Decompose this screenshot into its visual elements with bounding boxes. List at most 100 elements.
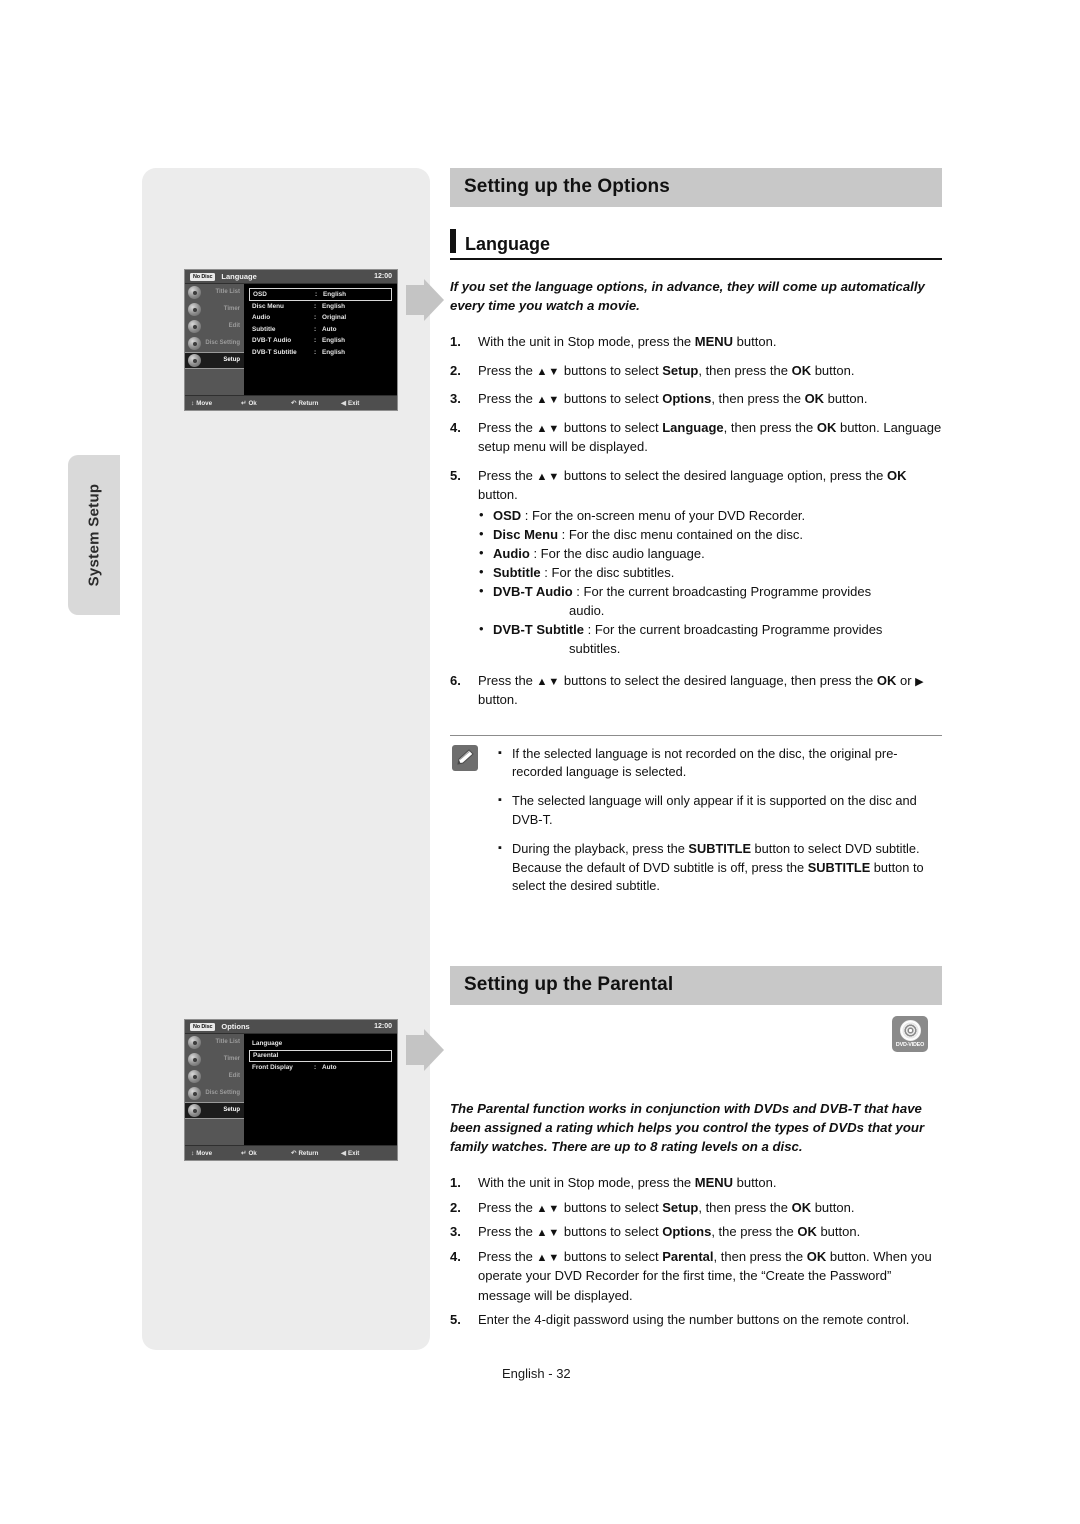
footer-hint-move: ↕ Move [191, 400, 241, 407]
screen-sidebar: Title List Timer Edit Disc Setting Setup [185, 1034, 244, 1145]
step-number: 5. [450, 467, 461, 483]
page-title-options: Setting up the Options [450, 168, 942, 207]
note-item: The selected language will only appear i… [498, 792, 942, 830]
menu-row-label: DVB-T Audio [252, 337, 292, 345]
bullet-item: Disc Menu : For the disc menu contained … [478, 525, 942, 545]
sidebar-item-title-list[interactable]: Title List [185, 284, 244, 301]
sidebar-item-label: Title List [215, 1039, 240, 1046]
parental-section: Setting up the Parental DVD-VIDEO The Pa… [450, 966, 942, 1339]
bullet-term: Disc Menu [493, 526, 559, 542]
sidebar-item-timer[interactable]: Timer [185, 301, 244, 318]
ok-icon: ↵ [241, 400, 247, 407]
sidebar-item-edit[interactable]: Edit [185, 1068, 244, 1085]
menu-row[interactable]: Language [249, 1038, 392, 1050]
options-steps-list: 1. With the unit in Stop mode, press the… [450, 332, 942, 709]
dvd-video-badge-label: DVD-VIDEO [895, 1042, 925, 1048]
menu-row-value: Auto [322, 1064, 337, 1072]
disc-setting-icon [188, 1087, 201, 1100]
move-icon: ↕ [191, 399, 195, 407]
parental-lead-text: The Parental function works in conjuncti… [450, 1101, 925, 1155]
timer-icon [188, 303, 201, 316]
step-item: 2. Press the ▲▼ buttons to select Setup,… [450, 1198, 942, 1218]
screen-sidebar: Title List Timer Edit Disc Setting Setup [185, 284, 244, 395]
menu-row[interactable]: OSD : English [249, 288, 392, 301]
disc-setting-icon [188, 337, 201, 350]
menu-row[interactable]: Front Display : Auto [249, 1062, 392, 1074]
step-number: 4. [450, 419, 461, 435]
bullet-desc: : For the disc menu contained on the dis… [561, 526, 803, 542]
bullet-term: Audio [493, 545, 530, 561]
heading-accent-bar [450, 229, 456, 253]
dvd-video-badge-icon: DVD-VIDEO [892, 1016, 928, 1052]
menu-row-colon: : [314, 1064, 317, 1072]
exit-icon: ◀ [341, 400, 346, 407]
footer-hint-label: Exit [348, 1149, 360, 1157]
screen-title: Options [221, 1022, 250, 1031]
screen-titlebar: No Disc Language 12:00 [185, 270, 397, 284]
gear-icon [188, 1104, 201, 1117]
menu-row-value: Original [322, 314, 347, 322]
sidebar-item-timer[interactable]: Timer [185, 1051, 244, 1068]
footer-hint-label: Return [298, 1149, 319, 1157]
bullet-item: OSD : For the on-screen menu of your DVD… [478, 506, 942, 526]
subsection-title: Language [465, 234, 551, 254]
sidebar-item-title-list[interactable]: Title List [185, 1034, 244, 1051]
sidebar-item-label: Title List [215, 289, 240, 296]
step-number: 1. [450, 1175, 461, 1191]
sidebar-item-setup[interactable]: Setup [185, 1102, 244, 1119]
menu-row[interactable]: DVB-T Subtitle : English [249, 347, 392, 359]
menu-row-label: Front Display [252, 1064, 293, 1072]
menu-row-colon: : [314, 337, 317, 345]
footer-hint-label: Move [196, 1149, 213, 1157]
screen-titlebar: No Disc Options 12:00 [185, 1020, 397, 1034]
footer-hint-label: Move [196, 399, 213, 407]
note-item: During the playback, press the SUBTITLE … [498, 840, 942, 896]
note-box: If the selected language is not recorded… [450, 734, 942, 897]
pencil-note-icon [452, 744, 478, 771]
sidebar-item-disc-setting[interactable]: Disc Setting [185, 335, 244, 352]
page-number: English - 32 [502, 1366, 571, 1381]
sidebar-item-edit[interactable]: Edit [185, 318, 244, 335]
step-text: Press the ▲▼ buttons to select Options, … [478, 391, 868, 407]
bullet-item: DVB-T Audio : For the current broadcasti… [478, 582, 942, 621]
options-section: Setting up the Options Language If you s… [450, 168, 942, 906]
screen-content: OSD : English Disc Menu : English Audio … [244, 284, 397, 395]
step-text: Press the ▲▼ buttons to select Options, … [478, 1224, 861, 1240]
sidebar-item-label: Disc Setting [205, 1090, 240, 1097]
step-number: 1. [450, 334, 461, 350]
sidebar-item-label: Setup [223, 1107, 240, 1114]
menu-row-colon: : [314, 348, 317, 356]
footer-hint-exit: ◀ Exit [341, 399, 391, 408]
bullet-term: Subtitle [493, 564, 541, 580]
menu-row[interactable]: Disc Menu : English [249, 301, 392, 313]
sidebar-item-label: Edit [228, 1073, 240, 1080]
screen-title: Language [221, 272, 257, 281]
bullet-item: Audio : For the disc audio language. [478, 544, 942, 564]
menu-row[interactable]: Subtitle : Auto [249, 324, 392, 336]
menu-row[interactable]: DVB-T Audio : English [249, 335, 392, 347]
menu-row-value: Auto [322, 325, 337, 333]
bullet-term: OSD [493, 507, 522, 523]
step-item: 4. Press the ▲▼ buttons to select Parent… [450, 1247, 942, 1306]
step-item: 3. Press the ▲▼ buttons to select Option… [450, 389, 942, 409]
footer-hint-return: ↶ Return [291, 1149, 341, 1158]
footer-hint-label: Return [298, 399, 319, 407]
pointer-arrow-icon [424, 279, 444, 321]
step-number: 6. [450, 672, 461, 688]
gear-icon [188, 354, 201, 367]
timer-icon [188, 1053, 201, 1066]
sidebar-item-disc-setting[interactable]: Disc Setting [185, 1085, 244, 1102]
menu-row[interactable]: Parental [249, 1049, 392, 1062]
subsection-language-heading: Language [450, 229, 942, 260]
step-text: With the unit in Stop mode, press the ME… [478, 334, 777, 350]
footer-hint-exit: ◀ Exit [341, 1149, 391, 1158]
sidebar-item-setup[interactable]: Setup [185, 352, 244, 369]
step-number: 3. [450, 1224, 461, 1240]
step-item: 6. Press the ▲▼ buttons to select the de… [450, 671, 942, 710]
page-title-parental: Setting up the Parental [450, 966, 942, 1005]
pointer-arrow-tail-2 [406, 1035, 424, 1065]
bullet-item: Subtitle : For the disc subtitles. [478, 563, 942, 583]
disc-status-badge: No Disc [190, 272, 216, 281]
title-list-icon [188, 286, 201, 299]
menu-row[interactable]: Audio : Original [249, 312, 392, 324]
